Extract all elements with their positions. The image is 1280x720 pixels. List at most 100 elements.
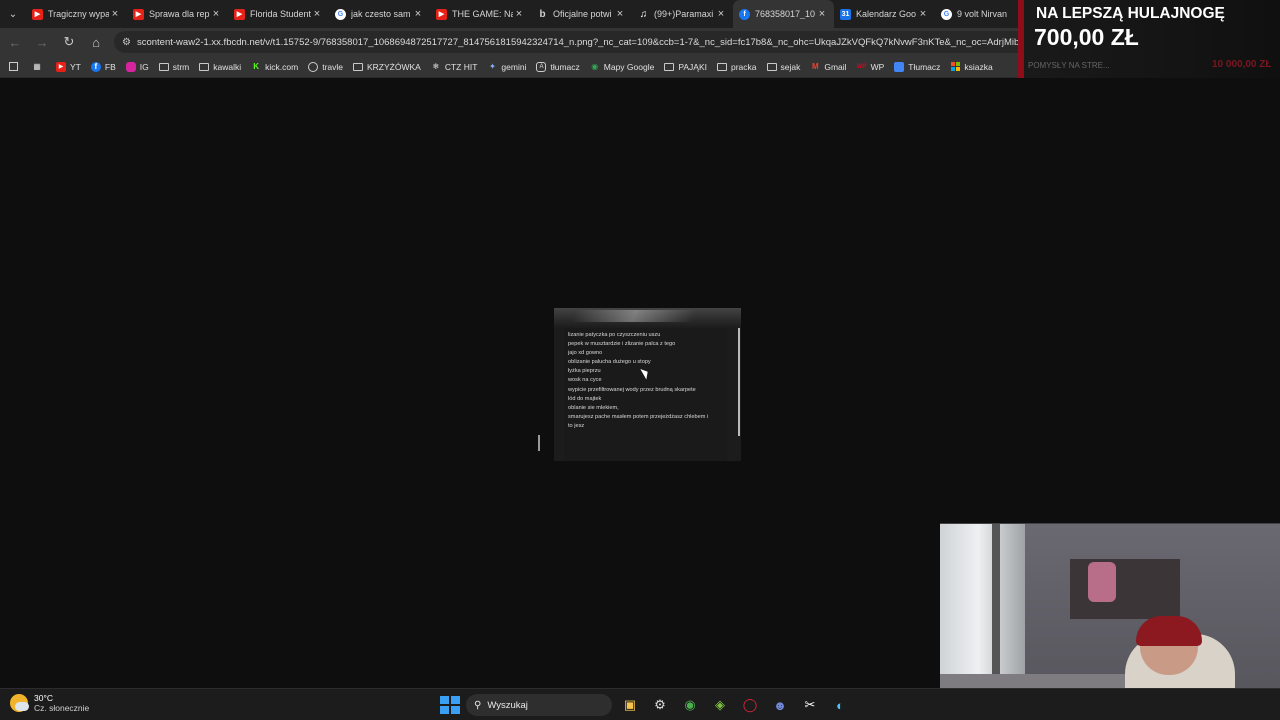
- bookmark-ig[interactable]: IG: [121, 56, 154, 78]
- maps-pin-icon: ◉: [591, 62, 599, 71]
- tab-8[interactable]: 31 Kalendarz Goo ×: [834, 0, 935, 28]
- bookmark-travle[interactable]: travle: [303, 56, 348, 78]
- bookmark-tlumacz-2[interactable]: Tłumacz: [889, 56, 945, 78]
- ctz-icon: ❄: [432, 62, 440, 71]
- search-placeholder: Wyszukaj: [487, 699, 528, 711]
- bookmark-krzyzowka[interactable]: KRZYŻÓWKA: [348, 56, 426, 78]
- goal-title: NA LEPSZĄ HULAJNOGĘ: [1036, 5, 1225, 22]
- reload-icon[interactable]: ↻: [57, 30, 81, 54]
- weather-temp: 30°C: [34, 693, 53, 703]
- close-tab-icon[interactable]: ×: [917, 8, 929, 20]
- tab-title: THE GAME: Na: [452, 9, 513, 19]
- tab-0[interactable]: ▶ Tragiczny wypa ×: [26, 0, 127, 28]
- bookmark-strm[interactable]: strm: [154, 56, 195, 78]
- close-tab-icon[interactable]: ×: [614, 8, 626, 20]
- bookmark-fb[interactable]: f FB: [86, 56, 121, 78]
- home-icon[interactable]: ⌂: [84, 30, 108, 54]
- image-edge-line: [738, 328, 740, 436]
- taskbar-icons: ⚲ Wyszukaj ▣ ⚙ ◉ ◈ ◯ ☻ ✂ ◐: [438, 693, 852, 717]
- webcam-cap: [1136, 616, 1202, 646]
- browser-shield-icon[interactable]: ◈: [708, 693, 732, 717]
- grid-icon[interactable]: ▦: [27, 56, 51, 78]
- windows-start-icon[interactable]: [438, 694, 460, 716]
- tab-title: jak czesto sam: [351, 9, 411, 19]
- site-info-icon[interactable]: ⚙: [122, 37, 131, 48]
- apps-icon[interactable]: [4, 56, 27, 78]
- globe-icon[interactable]: ◐: [828, 693, 852, 717]
- close-tab-icon[interactable]: ×: [210, 8, 222, 20]
- webcam-pink-object: [1088, 562, 1116, 602]
- forward-arrow-icon[interactable]: →: [30, 30, 54, 54]
- youtube-icon: ▶: [56, 61, 66, 72]
- folder-icon: [353, 62, 363, 71]
- address-bar[interactable]: ⚙ scontent-waw2-1.xx.fbcdn.net/v/t1.1575…: [114, 31, 1034, 53]
- instagram-icon: [125, 61, 136, 72]
- bookmark-ctz-hit[interactable]: ❄ CTZ HIT: [426, 56, 483, 78]
- tab-title: Oficjalne potwi: [553, 9, 612, 19]
- displayed-image[interactable]: lizanie patyczka po czyszczeniu uszu pep…: [554, 308, 741, 461]
- capcut-icon[interactable]: ✂: [798, 693, 822, 717]
- youtube-icon: ▶: [436, 8, 447, 20]
- tab-2[interactable]: ▶ Florida Student ×: [228, 0, 329, 28]
- youtube-icon: ▶: [32, 8, 43, 20]
- opera-icon[interactable]: ◯: [738, 693, 762, 717]
- bookmark-yt[interactable]: ▶ YT: [51, 56, 86, 78]
- scroll-indicator: [538, 435, 540, 451]
- close-tab-icon[interactable]: ×: [816, 8, 828, 20]
- bookmark-pracka[interactable]: pracka: [712, 56, 762, 78]
- close-tab-icon[interactable]: ×: [109, 8, 121, 20]
- tab-7-active[interactable]: f 768358017_10 ×: [733, 0, 834, 28]
- bookmark-mapy-google[interactable]: ◉ Mapy Google: [585, 56, 660, 78]
- bookmark-wp[interactable]: WP WP: [852, 56, 890, 78]
- taskbar-search[interactable]: ⚲ Wyszukaj: [466, 694, 612, 716]
- image-text-line: smarujesz pache masłem potem przejeżdżas…: [568, 413, 709, 420]
- close-tab-icon[interactable]: ×: [715, 8, 727, 20]
- goal-subtitle: POMYSŁY NA STRE...: [1028, 61, 1110, 70]
- kick-icon: K: [253, 62, 260, 71]
- file-explorer-icon[interactable]: ▣: [618, 693, 642, 717]
- google-icon: G: [941, 8, 952, 20]
- chrome-icon[interactable]: ◉: [678, 693, 702, 717]
- image-text-line: to jesz: [568, 422, 585, 429]
- bookmark-ksiazka[interactable]: ksiazka: [945, 56, 997, 78]
- tab-title: Florida Student: [250, 9, 311, 19]
- tab-6[interactable]: ♫ (99+)Paramaxi ×: [632, 0, 733, 28]
- donation-goal-overlay: NA LEPSZĄ HULAJNOGĘ 700,00 ZŁ POMYSŁY NA…: [1018, 0, 1280, 78]
- close-tab-icon[interactable]: ×: [311, 8, 323, 20]
- tab-4[interactable]: ▶ THE GAME: Na ×: [430, 0, 531, 28]
- folder-icon: [664, 62, 675, 71]
- tab-5[interactable]: b Oficjalne potwi ×: [531, 0, 632, 28]
- webcam-window: [940, 524, 1025, 674]
- tab-title: Sprawa dla rep: [149, 9, 210, 19]
- weather-widget[interactable]: 30°C Cz. słonecznie: [10, 693, 89, 713]
- bookmark-kick[interactable]: Kkick.com: [246, 56, 303, 78]
- discord-icon[interactable]: ☻: [768, 693, 792, 717]
- image-text-line: wypicie przefiltrowanej wody przez brudn…: [568, 386, 696, 393]
- address-url[interactable]: scontent-waw2-1.xx.fbcdn.net/v/t1.15752-…: [137, 37, 1034, 48]
- folder-icon: [199, 62, 210, 71]
- youtube-icon: ▶: [234, 8, 245, 20]
- tab-search-chevron-icon[interactable]: ⌄: [0, 0, 26, 28]
- translate-icon: A: [536, 61, 547, 72]
- tab-title: Tragiczny wypa: [48, 9, 109, 19]
- image-text-line: lizanie patyczka po czyszczeniu uszu: [568, 332, 661, 338]
- bookmark-gemini[interactable]: ✦ gemini: [482, 56, 531, 78]
- back-arrow-icon[interactable]: ←: [3, 30, 27, 54]
- facebook-icon: f: [739, 8, 750, 20]
- tab-3[interactable]: G jak czesto sam ×: [329, 0, 430, 28]
- settings-icon[interactable]: ⚙: [648, 693, 672, 717]
- folder-icon: [158, 62, 169, 71]
- bookmark-kawalki[interactable]: kawalki: [194, 56, 246, 78]
- close-tab-icon[interactable]: ×: [513, 8, 525, 20]
- bookmark-gmail[interactable]: M Gmail: [805, 56, 851, 78]
- gemini-icon: ✦: [489, 62, 496, 71]
- bookmark-tlumacz[interactable]: Atłumacz: [531, 56, 584, 78]
- compass-icon: [308, 61, 319, 72]
- close-tab-icon[interactable]: ×: [412, 8, 424, 20]
- tab-1[interactable]: ▶ Sprawa dla rep ×: [127, 0, 228, 28]
- bookmark-pajaki[interactable]: PAJĄKI: [659, 56, 712, 78]
- bookmark-sejak[interactable]: sejak: [762, 56, 806, 78]
- calendar-icon: 31: [840, 8, 851, 20]
- image-text-line: oblanie sie mlekiem,: [568, 404, 619, 411]
- folder-icon: [766, 62, 777, 71]
